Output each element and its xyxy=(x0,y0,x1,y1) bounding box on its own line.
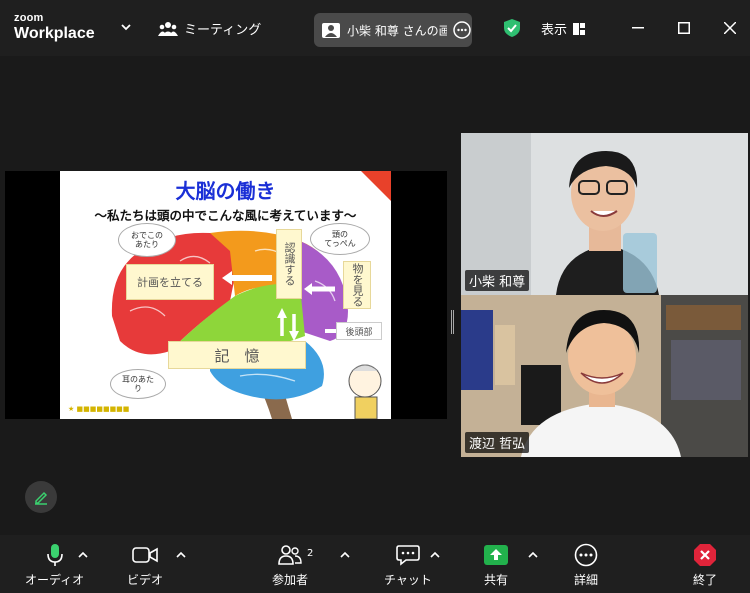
logo-zoom-text: zoom xyxy=(14,12,44,24)
meeting-menu[interactable]: ミーティング xyxy=(158,19,261,38)
bubble-forehead: おでこの あたり xyxy=(118,223,176,257)
logo-workplace-text: Workplace xyxy=(14,25,95,42)
slide: 大脳の働き 〜私たちは頭の中でこんな風に考えています〜 ★ ■■■■■■■■ 計… xyxy=(60,171,391,419)
end-button[interactable]: 終了 xyxy=(693,543,717,588)
share-label: 共有 xyxy=(483,573,508,587)
more-options-icon[interactable] xyxy=(453,21,471,39)
participant-name: 小柴 和尊 xyxy=(465,270,530,291)
chat-label: チャット xyxy=(384,573,432,587)
pencil-icon xyxy=(35,491,48,505)
chevron-up-icon[interactable] xyxy=(430,551,440,559)
video-button[interactable]: ビデオ xyxy=(127,543,163,588)
chevron-up-icon[interactable] xyxy=(528,551,538,559)
share-button[interactable]: 共有 xyxy=(483,543,509,588)
participant-video-2[interactable]: 渡辺 哲弘 xyxy=(461,295,748,457)
view-menu[interactable]: 表示 xyxy=(541,19,586,38)
video-label: ビデオ xyxy=(127,573,164,587)
audio-label: オーディオ xyxy=(25,573,85,587)
presenter-icon xyxy=(322,23,340,38)
end-meeting-icon xyxy=(694,544,716,566)
layout-grid-icon xyxy=(573,22,586,35)
label-see: 物を見る xyxy=(343,261,371,309)
participants-count-badge: 2 xyxy=(307,548,314,559)
label-recognize: 認識する xyxy=(276,229,302,299)
share-screen-icon xyxy=(484,545,508,565)
video-camera-icon xyxy=(132,547,158,563)
view-label: 表示 xyxy=(541,23,568,38)
share-viewing-pill[interactable]: 小柴 和尊 さんの画 xyxy=(314,13,472,47)
zoom-logo: zoom Workplace xyxy=(14,13,95,42)
title-bar: zoom Workplace ミーティング 小柴 和尊 さんの画 表示 xyxy=(0,0,750,56)
minimize-button[interactable] xyxy=(628,18,648,38)
svg-text:★ ■■■■■■■■: ★ ■■■■■■■■ xyxy=(68,405,129,413)
shared-screen[interactable]: 大脳の働き 〜私たちは頭の中でこんな風に考えています〜 ★ ■■■■■■■■ 計… xyxy=(5,171,447,419)
maximize-icon xyxy=(678,22,690,34)
audio-button[interactable]: オーディオ xyxy=(25,543,84,588)
end-label: 終了 xyxy=(693,573,718,587)
chat-button[interactable]: チャット xyxy=(384,543,432,588)
annotate-button[interactable] xyxy=(25,481,57,513)
details-button[interactable]: 詳細 xyxy=(574,543,598,588)
minimize-icon xyxy=(632,27,644,29)
label-occipital: 後頭部 xyxy=(336,322,382,340)
chat-icon xyxy=(396,545,420,566)
microphone-icon xyxy=(46,544,63,566)
maximize-button[interactable] xyxy=(674,18,694,38)
chevron-up-icon[interactable] xyxy=(340,551,350,559)
participants-button[interactable]: 参加者 xyxy=(272,543,308,588)
more-icon xyxy=(574,543,598,567)
meeting-toolbar: オーディオ ビデオ 参加者 2 チャット 共有 詳細 終了 xyxy=(0,535,750,593)
people-icon xyxy=(158,21,178,36)
bubble-top: 頭の てっぺん xyxy=(310,223,370,255)
chevron-up-icon[interactable] xyxy=(78,551,88,559)
label-memory: 記 憶 xyxy=(168,341,306,369)
bubble-ear: 耳のあた り xyxy=(110,369,166,399)
security-shield-icon[interactable] xyxy=(503,18,521,38)
chevron-up-icon[interactable] xyxy=(176,551,186,559)
close-button[interactable] xyxy=(720,18,740,38)
panel-resize-handle[interactable] xyxy=(451,310,454,334)
participants-icon xyxy=(278,545,302,565)
meeting-label: ミーティング xyxy=(184,23,262,38)
close-icon xyxy=(724,22,736,34)
details-label: 詳細 xyxy=(574,573,599,587)
participant-name: 渡辺 哲弘 xyxy=(465,432,530,453)
chevron-down-icon[interactable] xyxy=(120,22,132,32)
participant-video-1[interactable]: 小柴 和尊 xyxy=(461,133,748,295)
share-label: 小柴 和尊 さんの画 xyxy=(347,23,447,38)
participants-label: 参加者 xyxy=(272,573,309,587)
label-plan: 計画を立てる xyxy=(126,264,214,300)
